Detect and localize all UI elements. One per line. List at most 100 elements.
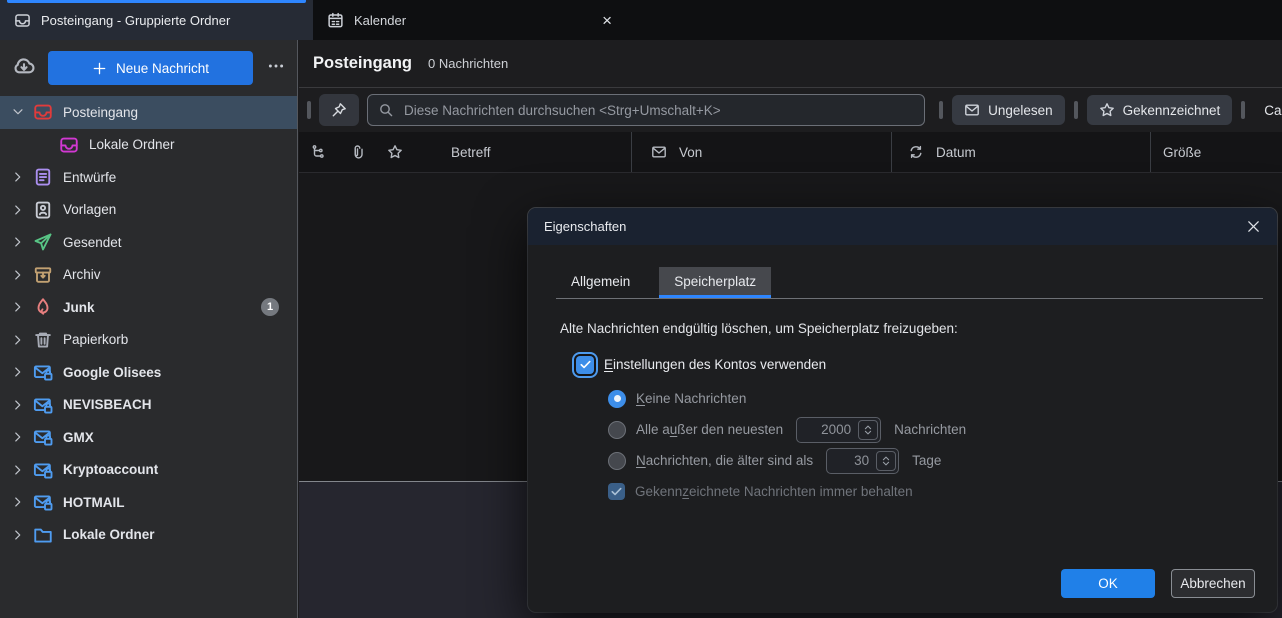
tab-label: Posteingang - Gruppierte Ordner bbox=[41, 13, 230, 28]
chevron-right-icon[interactable] bbox=[11, 495, 31, 509]
draft-icon bbox=[33, 167, 53, 187]
column-header-betreff[interactable]: Betreff bbox=[299, 132, 632, 172]
radio-alle-au-er-den-neuesten bbox=[608, 421, 626, 439]
column-label: Betreff bbox=[451, 145, 491, 160]
filter-label: Gekennzeichnet bbox=[1123, 103, 1221, 118]
folder-item-posteingang[interactable]: Posteingang bbox=[0, 96, 297, 129]
folder-label: Kryptoaccount bbox=[63, 462, 158, 477]
folder-label: Papierkorb bbox=[63, 332, 128, 347]
eigenschaften-dialog: Eigenschaften Allgemein Speicherplatz Alt… bbox=[528, 208, 1277, 612]
tab-label: Kalender bbox=[354, 13, 406, 28]
folder-label: Lokale Ordner bbox=[89, 137, 175, 152]
archive-icon bbox=[33, 265, 53, 285]
chevron-right-icon[interactable] bbox=[11, 528, 31, 542]
chevron-right-icon[interactable] bbox=[11, 235, 31, 249]
toolbar-grip bbox=[939, 101, 943, 119]
folder-item-lokale-ordner[interactable]: Lokale Ordner bbox=[0, 129, 297, 162]
cancel-button[interactable]: Abbrechen bbox=[1171, 569, 1255, 598]
mail-lock-icon bbox=[33, 492, 53, 512]
close-icon[interactable] bbox=[1246, 219, 1261, 234]
radio-keine-nachrichten bbox=[608, 390, 626, 408]
option-row: Nachrichten, die älter sind als30Tage bbox=[608, 447, 1277, 474]
folder-label: Vorlagen bbox=[63, 202, 116, 217]
spinner-value: 30 bbox=[829, 453, 876, 468]
message-count: 0 Nachrichten bbox=[428, 56, 508, 71]
mail-lock-icon bbox=[33, 362, 53, 382]
dialog-title: Eigenschaften bbox=[544, 219, 626, 234]
number-spinner: 2000 bbox=[796, 417, 881, 443]
folder-item-lokale-ordner[interactable]: Lokale Ordner bbox=[0, 519, 297, 552]
mail-lock-icon bbox=[33, 395, 53, 415]
use-account-checkbox[interactable] bbox=[576, 356, 594, 374]
star-icon bbox=[387, 144, 403, 160]
unread-badge: 1 bbox=[261, 298, 279, 316]
folder-pane: Neue Nachricht Posteingang Lokale Ordner E… bbox=[0, 40, 298, 618]
tab-posteingang-gruppierte-ordner[interactable]: Posteingang - Gruppierte Ordner bbox=[0, 0, 313, 40]
folder-item-kryptoaccount[interactable]: Kryptoaccount bbox=[0, 454, 297, 487]
chevron-right-icon[interactable] bbox=[11, 300, 31, 314]
option-row: Einstellungen des Kontos verwenden bbox=[576, 351, 1277, 378]
filter-button-truncated[interactable]: Car bbox=[1264, 103, 1282, 118]
search-input[interactable] bbox=[402, 102, 914, 119]
sort-icon bbox=[908, 144, 924, 160]
dialog-tab-speicherplatz[interactable]: Speicherplatz bbox=[659, 267, 771, 298]
option-row: Keine Nachrichten bbox=[608, 385, 1277, 412]
filter-button-gekennzeichnet[interactable]: Gekennzeichnet bbox=[1087, 95, 1233, 125]
folder-label: NEVISBEACH bbox=[63, 397, 152, 412]
trash-icon bbox=[33, 330, 53, 350]
inbox-icon bbox=[59, 135, 79, 155]
paperclip-icon bbox=[349, 144, 365, 160]
folder-item-gesendet[interactable]: Gesendet bbox=[0, 226, 297, 259]
checkbox-gekennzeichnete-nachrichten-immer-behalten bbox=[608, 483, 625, 500]
tab-close-icon[interactable]: × bbox=[602, 12, 612, 29]
ok-button[interactable]: OK bbox=[1061, 569, 1155, 598]
filter-buttons: Ungelesen Gekennzeichnet Car bbox=[939, 95, 1282, 125]
folder-item-papierkorb[interactable]: Papierkorb bbox=[0, 324, 297, 357]
folder-item-nevisbeach[interactable]: NEVISBEACH bbox=[0, 389, 297, 422]
mail-icon bbox=[651, 144, 667, 160]
mail-lock-icon bbox=[33, 427, 53, 447]
folder-item-hotmail[interactable]: HOTMAIL bbox=[0, 486, 297, 519]
new-message-button[interactable]: Neue Nachricht bbox=[48, 51, 253, 85]
chevron-right-icon[interactable] bbox=[11, 463, 31, 477]
folder-item-google-olisees[interactable]: Google Olisees bbox=[0, 356, 297, 389]
filter-label: Ungelesen bbox=[988, 103, 1053, 118]
filter-button-ungelesen[interactable]: Ungelesen bbox=[952, 95, 1065, 125]
folder-label: Archiv bbox=[63, 267, 101, 282]
search-box bbox=[367, 94, 925, 126]
sidebar-options-icon[interactable] bbox=[267, 57, 285, 80]
folder-item-junk[interactable]: Junk1 bbox=[0, 291, 297, 324]
column-header-datum[interactable]: Datum bbox=[892, 132, 1151, 172]
mail-icon bbox=[964, 102, 980, 118]
cloud-download-icon[interactable] bbox=[12, 54, 36, 83]
chevron-right-icon[interactable] bbox=[11, 398, 31, 412]
page-title: Posteingang bbox=[313, 54, 412, 73]
folder-item-entw-rfe[interactable]: Entwürfe bbox=[0, 161, 297, 194]
chevron-right-icon[interactable] bbox=[11, 365, 31, 379]
chevron-right-icon[interactable] bbox=[11, 333, 31, 347]
number-spinner: 30 bbox=[826, 448, 899, 474]
vcard-icon bbox=[33, 200, 53, 220]
toolbar-grip bbox=[307, 101, 311, 119]
folder-item-vorlagen[interactable]: Vorlagen bbox=[0, 194, 297, 227]
retention-intro-text: Alte Nachrichten endgültig löschen, um S… bbox=[560, 321, 1277, 336]
chevron-right-icon[interactable] bbox=[11, 268, 31, 282]
folder-item-gmx[interactable]: GMX bbox=[0, 421, 297, 454]
folder-item-archiv[interactable]: Archiv bbox=[0, 259, 297, 292]
dialog-tab-allgemein[interactable]: Allgemein bbox=[556, 267, 645, 298]
column-header-gr-e[interactable]: Größe bbox=[1151, 132, 1282, 172]
column-label: Datum bbox=[936, 145, 976, 160]
spinner-arrows-icon bbox=[876, 451, 896, 471]
toolbar-grip bbox=[1241, 101, 1245, 119]
quick-filter-bar: Ungelesen Gekennzeichnet Car bbox=[299, 88, 1282, 132]
chevron-right-icon[interactable] bbox=[11, 170, 31, 184]
unit-label: Nachrichten bbox=[894, 422, 966, 437]
pin-filter-button[interactable] bbox=[319, 94, 359, 126]
chevron-right-icon[interactable] bbox=[11, 430, 31, 444]
radio-nachrichten-die-lter-sind-als bbox=[608, 452, 626, 470]
chevron-right-icon[interactable] bbox=[11, 203, 31, 217]
column-header-von[interactable]: Von bbox=[632, 132, 892, 172]
chevron-down-icon[interactable] bbox=[11, 105, 31, 119]
tab-kalender[interactable]: Kalender × bbox=[313, 0, 626, 40]
folder-label: Posteingang bbox=[63, 105, 138, 120]
